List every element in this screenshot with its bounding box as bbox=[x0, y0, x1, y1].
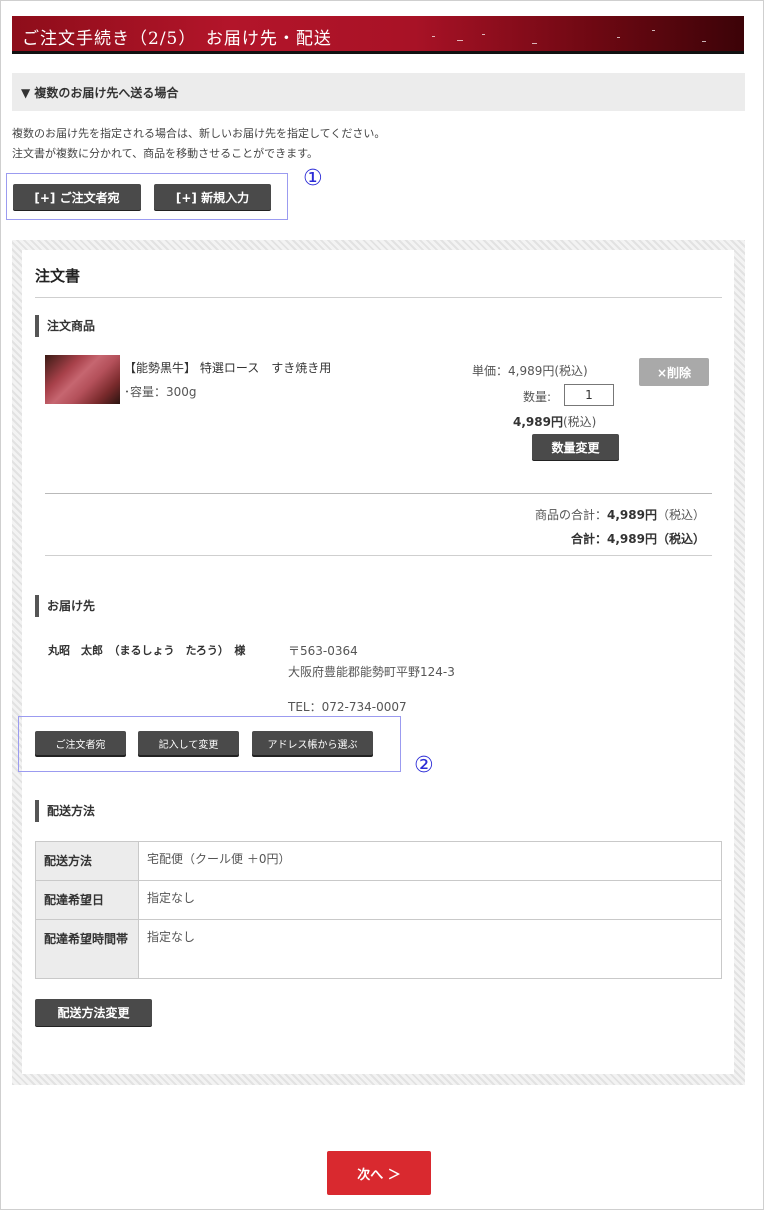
subtotal-row: 商品の合計：4,989円（税込） bbox=[535, 506, 705, 523]
table-row: 配達希望日 指定なし bbox=[35, 880, 722, 920]
next-button[interactable]: 次へ ＞ bbox=[327, 1151, 431, 1195]
shipping-table: 配送方法 宅配便（クール便 ＋0円） 配達希望日 指定なし 配達希望時間帯 指定… bbox=[35, 841, 722, 979]
intro-line-2: 注文書が複数に分かれて、商品を移動させることができます。 bbox=[12, 147, 319, 160]
delivery-time-label: 配達希望時間帯 bbox=[35, 919, 139, 979]
delivery-date-value: 指定なし bbox=[138, 880, 722, 920]
order-items-heading: 注文商品 bbox=[35, 315, 95, 337]
delete-item-button[interactable]: ×削除 bbox=[639, 358, 709, 386]
edit-address-button[interactable]: 記入して変更 bbox=[138, 731, 239, 755]
postal-code: 〒563-0364 bbox=[288, 644, 358, 658]
total-label: 合計： bbox=[571, 532, 608, 546]
product-name[interactable]: 【能勢黒牛】 特選ロース すき焼き用 bbox=[124, 359, 331, 376]
address-book-button[interactable]: アドレス帳から選ぶ bbox=[252, 731, 373, 755]
order-title: 注文書 bbox=[35, 267, 81, 285]
divider bbox=[45, 555, 712, 556]
shipping-heading: 配送方法 bbox=[35, 800, 95, 822]
divider bbox=[45, 493, 712, 494]
delivery-time-value: 指定なし bbox=[138, 919, 722, 979]
step-banner: ご注文手続き（2/5） お届け先・配送 bbox=[12, 16, 744, 54]
shipping-method-label: 配送方法 bbox=[35, 841, 139, 881]
change-shipping-method-button[interactable]: 配送方法変更 bbox=[35, 999, 152, 1026]
multi-destination-intro: 複数のお届け先を指定される場合は、新しいお届け先を指定してください。 注文書が複… bbox=[12, 124, 385, 164]
subtotal-tax: （税込） bbox=[656, 508, 705, 522]
add-new-destination-button[interactable]: [+] 新規入力 bbox=[154, 184, 271, 210]
page-title: ご注文手続き（2/5） お届け先・配送 bbox=[22, 29, 332, 49]
line-total-tax: (税込) bbox=[562, 415, 597, 429]
divider bbox=[35, 297, 722, 298]
annotation-number-2: ② bbox=[414, 753, 434, 778]
annotation-number-1: ① bbox=[303, 166, 323, 191]
delivery-date-label: 配達希望日 bbox=[35, 880, 139, 920]
recipient-name: 丸昭 太郎 （まるしょう たろう） 様 bbox=[48, 644, 246, 657]
delivery-address: 大阪府豊能郡能勢町平野124-3 bbox=[288, 665, 455, 679]
intro-line-1: 複数のお届け先を指定される場合は、新しいお届け先を指定してください。 bbox=[12, 127, 386, 140]
multi-destination-heading[interactable]: ▼ 複数のお届け先へ送る場合 bbox=[12, 73, 745, 111]
table-row: 配達希望時間帯 指定なし bbox=[35, 919, 722, 979]
line-total-value: 4,989円 bbox=[513, 415, 563, 429]
unit-price: 単価：4,989円(税込) bbox=[472, 364, 588, 378]
product-image bbox=[45, 355, 120, 404]
total-value: 4,989円 bbox=[607, 532, 657, 546]
shipping-method-value: 宅配便（クール便 ＋0円） bbox=[138, 841, 722, 881]
line-total: 4,989円(税込) bbox=[513, 413, 596, 430]
delivery-heading: お届け先 bbox=[35, 595, 95, 617]
delivery-tel: TEL：072-734-0007 bbox=[288, 700, 407, 714]
add-orderer-destination-button[interactable]: [+] ご注文者宛 bbox=[13, 184, 141, 210]
table-row: 配送方法 宅配便（クール便 ＋0円） bbox=[35, 841, 722, 881]
product-option: ･容量：300g bbox=[124, 385, 197, 399]
subtotal-label: 商品の合計： bbox=[535, 508, 608, 522]
quantity-label: 数量: bbox=[523, 390, 552, 404]
quantity-input[interactable]: 1 bbox=[564, 384, 614, 406]
subtotal-value: 4,989円 bbox=[607, 508, 657, 522]
total-tax: （税込） bbox=[656, 532, 705, 546]
total-row: 合計：4,989円（税込） bbox=[571, 530, 705, 547]
change-quantity-button[interactable]: 数量変更 bbox=[532, 434, 619, 460]
use-orderer-address-button[interactable]: ご注文者宛 bbox=[35, 731, 126, 755]
